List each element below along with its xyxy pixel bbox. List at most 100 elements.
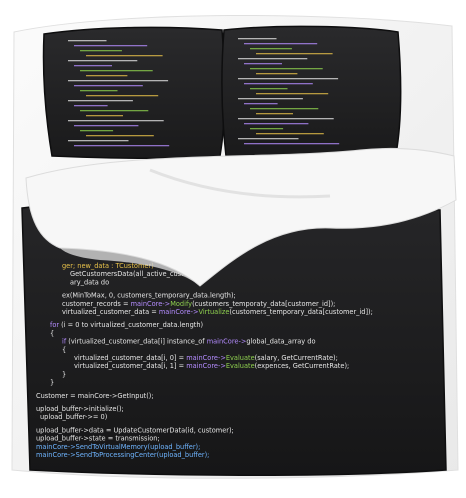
code-token: for xyxy=(50,321,59,329)
pillow-code-stroke xyxy=(74,65,112,67)
duvet-code-line: virtualized_customer_data[i, 1] = mainCo… xyxy=(74,362,349,370)
pillow-code-stroke xyxy=(68,40,107,42)
pillow-code-stroke xyxy=(68,120,164,122)
duvet-photo-scene: ger; new_data : TCustomer)GetCustomersDa… xyxy=(0,0,466,498)
pillow-code-stroke xyxy=(256,73,298,75)
pillow-code-stroke xyxy=(86,95,159,97)
code-token: } xyxy=(62,370,66,378)
code-token: virtualized_customer_data[i, 0] = xyxy=(74,354,186,362)
pillow-code-stroke xyxy=(80,90,118,92)
duvet-code-line: ex(MinToMax, 0, customers_temporary_data… xyxy=(62,292,236,300)
pillow-code-stroke xyxy=(80,110,149,112)
pillow-code-stroke xyxy=(74,85,143,87)
duvet-code-line: customer_records = mainCore->Modify(cust… xyxy=(62,300,335,308)
code-token: (i = 0 to virtualized_customer_data.leng… xyxy=(59,321,203,329)
code-token: mainCore-> xyxy=(186,362,226,370)
code-token: (customers_temporaty_data[customer_id]); xyxy=(192,300,335,308)
pillow-code-stroke xyxy=(80,70,153,72)
code-token: Evaluate xyxy=(226,362,255,370)
code-token: (virtualized_customer_data[i] instance_o… xyxy=(66,338,207,346)
code-token: mainCore->SendToProcessingCenter(upload_… xyxy=(36,451,209,459)
pillow-code-stroke xyxy=(250,88,288,90)
code-token: ary_data do xyxy=(70,278,109,286)
code-token: ex(MinToMax, 0, customers_temporary_data… xyxy=(62,292,236,300)
pillow-code-stroke xyxy=(250,108,319,110)
pillow-right xyxy=(221,25,402,157)
duvet-code-line: upload_buffer->initialize(); xyxy=(36,405,124,413)
pillow-code-stroke xyxy=(74,45,148,47)
pillow-code-stroke xyxy=(68,140,129,142)
pillow-code-stroke xyxy=(80,50,122,52)
pillow-code-stroke xyxy=(68,80,169,82)
pillow-code-stroke xyxy=(256,93,329,95)
pillow-code-stroke xyxy=(86,115,123,117)
pillow-code-stroke xyxy=(74,125,139,127)
code-token: upload_buffer->data = UpdateCustomerData… xyxy=(36,426,234,434)
code-token: global_data_array do xyxy=(246,338,315,346)
duvet-code-line: } xyxy=(50,379,54,387)
code-token: Customer = mainCore->GetInput(); xyxy=(36,392,154,400)
code-token: virtualized_customer_data = xyxy=(62,308,159,316)
pillow-code-stroke xyxy=(244,43,318,45)
duvet-code-line: if (virtualized_customer_data[i] instanc… xyxy=(62,338,316,346)
pillow-code-stroke xyxy=(238,98,303,100)
code-token: mainCore->SendToVirtualMemory(upload_buf… xyxy=(36,443,200,451)
code-token: Evaluate xyxy=(226,354,255,362)
pillow-code-stroke xyxy=(256,53,333,55)
code-token: virtualized_customer_data[i, 1] = xyxy=(74,362,186,370)
duvet-code-line: Customer = mainCore->GetInput(); xyxy=(36,392,154,400)
duvet-code-line: virtualized_customer_data[i, 0] = mainCo… xyxy=(74,354,338,362)
pillow-code-stroke xyxy=(244,143,340,145)
pillow-code-stroke xyxy=(80,130,114,132)
pillow-code-stroke xyxy=(86,135,154,137)
pillow-left xyxy=(42,26,226,160)
pillow-code-stroke xyxy=(68,60,138,62)
code-token: Virtualize xyxy=(198,308,229,316)
pillow-code-stroke xyxy=(250,68,323,70)
pillow-code-stroke xyxy=(74,145,170,147)
pillow-code-stroke xyxy=(244,123,309,125)
code-token: upload_buffer->= 0) xyxy=(40,413,107,421)
duvet-code-line: mainCore->SendToVirtualMemory(upload_buf… xyxy=(36,443,200,451)
duvet-code-line: { xyxy=(62,346,66,354)
code-token: upload_buffer->state = transmission; xyxy=(36,435,160,443)
duvet-code-line: upload_buffer->data = UpdateCustomerData… xyxy=(36,426,234,434)
code-token: mainCore-> xyxy=(159,308,199,316)
code-token: mainCore-> xyxy=(207,338,247,346)
code-token: mainCore-> xyxy=(186,354,226,362)
duvet-code-line: virtualized_customer_data = mainCore->Vi… xyxy=(62,308,373,316)
pillow-code-stroke xyxy=(256,113,293,115)
code-token: { xyxy=(50,329,54,337)
duvet-code-line: } xyxy=(62,370,66,378)
code-token: upload_buffer->initialize(); xyxy=(36,405,124,413)
pillow-code-stroke xyxy=(74,105,108,107)
code-token: (expences, GetCurrentRate); xyxy=(255,362,350,370)
pillow-code-stroke xyxy=(250,128,284,130)
pillow-code-stroke xyxy=(256,133,324,135)
pillow-code-stroke xyxy=(238,58,308,60)
pillow-code-stroke xyxy=(238,138,299,140)
code-token: customer_records = xyxy=(62,300,131,308)
code-token: mainCore-> xyxy=(131,300,171,308)
duvet-code-line: { xyxy=(50,329,54,337)
pillow-code-stroke xyxy=(238,38,277,40)
duvet-code-line: ary_data do xyxy=(70,278,109,286)
pillow-code-stroke xyxy=(86,75,128,77)
pillow-code-stroke xyxy=(86,55,163,57)
duvet-code-line: mainCore->SendToProcessingCenter(upload_… xyxy=(36,451,209,459)
pillow-code-stroke xyxy=(244,63,282,65)
code-token: (customers_temporary_data[customer_id]); xyxy=(229,308,372,316)
code-token: { xyxy=(62,346,66,354)
duvet-code-line: upload_buffer->= 0) xyxy=(40,413,107,421)
code-token: } xyxy=(50,379,54,387)
duvet-code-line: upload_buffer->state = transmission; xyxy=(36,435,160,443)
code-token: Modify xyxy=(170,300,192,308)
pillow-code-stroke xyxy=(244,103,278,105)
duvet-code-line: for (i = 0 to virtualized_customer_data.… xyxy=(50,321,203,329)
pillow-code-stroke xyxy=(250,48,292,50)
pillow-code-stroke xyxy=(68,100,133,102)
pillow-code-stroke xyxy=(238,78,339,80)
pillow-code-stroke xyxy=(238,118,334,120)
code-token: (salary, GetCurrentRate); xyxy=(255,354,338,362)
pillow-code-stroke xyxy=(244,83,313,85)
